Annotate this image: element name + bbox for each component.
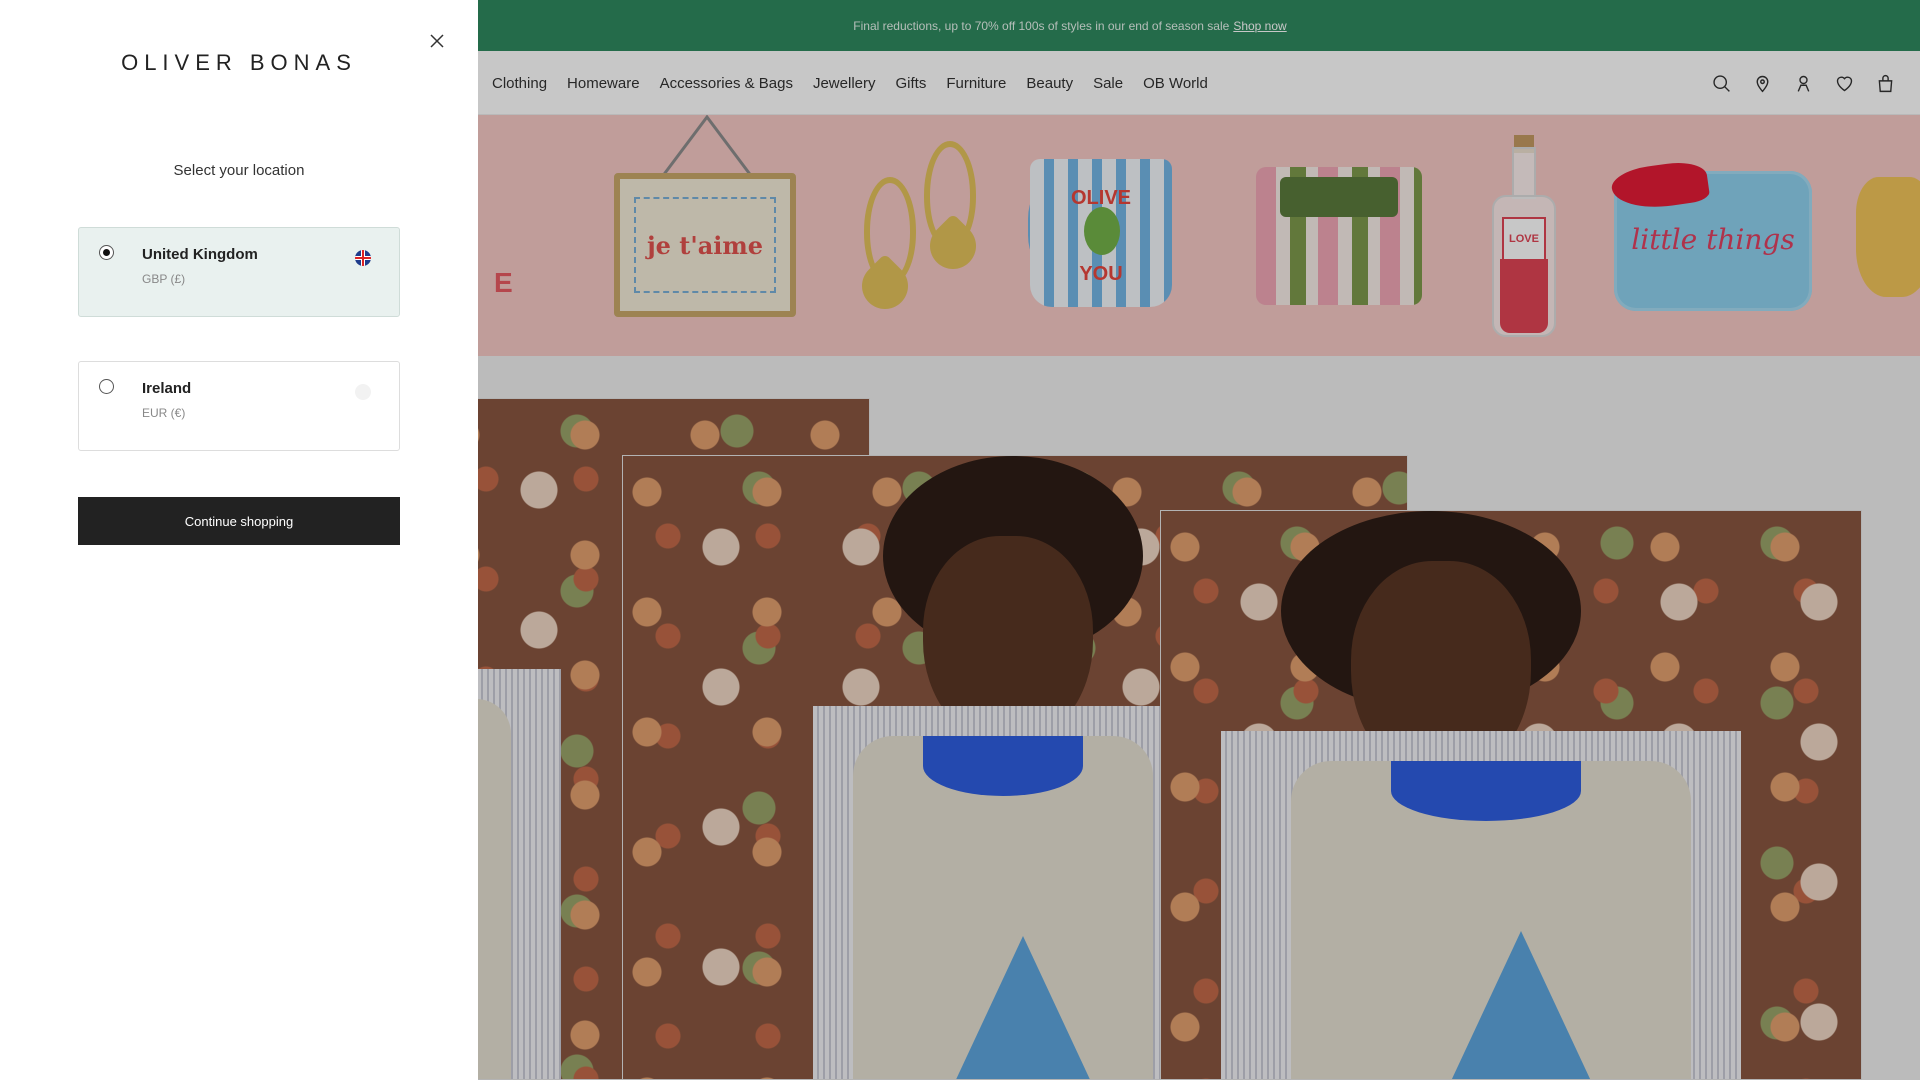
radio-ireland[interactable]: [99, 379, 114, 394]
location-name: United Kingdom: [142, 246, 258, 263]
location-option-ireland[interactable]: Ireland EUR (€): [78, 361, 400, 451]
drawer-title: Select your location: [173, 162, 305, 179]
location-name: Ireland: [142, 380, 192, 397]
oliver-bonas-logo[interactable]: OLIVER BONAS: [0, 50, 478, 76]
location-currency: GBP (£): [142, 272, 186, 286]
uk-flag-icon: [355, 250, 371, 266]
radio-united-kingdom[interactable]: [99, 245, 114, 260]
location-option-united-kingdom[interactable]: United Kingdom GBP (£): [78, 227, 400, 317]
location-currency: EUR (€): [142, 406, 186, 420]
location-drawer: OLIVER BONAS Select your location United…: [0, 0, 478, 1080]
ireland-flag-icon: [355, 384, 371, 400]
continue-shopping-button[interactable]: Continue shopping: [78, 497, 400, 545]
